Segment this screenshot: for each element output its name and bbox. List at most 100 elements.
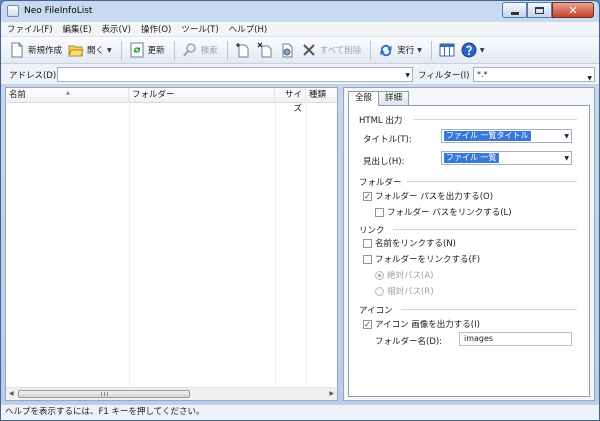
search-button[interactable]: 検索 (180, 39, 220, 61)
delete-icon (302, 44, 315, 56)
title-field-label: タイトル(T): (363, 135, 412, 145)
close-button[interactable]: ✕ (552, 2, 594, 18)
maximize-icon (535, 6, 544, 14)
heading-dropdown-icon[interactable]: ▼ (564, 155, 569, 162)
link-name-checkbox[interactable]: 名前をリンクする(N) (363, 237, 456, 249)
menu-operation[interactable]: 操作(O) (141, 23, 171, 35)
menu-view[interactable]: 表示(V) (102, 23, 131, 35)
tab-general-panel: HTML 出力 タイトル(T): ファイル 一覧タイトル ▼ 見出し(H): フ… (348, 105, 590, 397)
column-header-type[interactable]: 種類 (306, 88, 337, 103)
refresh-icon (130, 42, 144, 58)
maximize-button[interactable] (527, 2, 552, 18)
delete-all-button[interactable]: すべて削除 (299, 39, 364, 61)
checkbox-checked[interactable]: ✓ (363, 319, 372, 329)
scroll-left-icon[interactable]: ◀ (9, 390, 14, 397)
tab-general[interactable]: 全般 (348, 91, 380, 106)
radio-selected[interactable] (375, 270, 384, 280)
minimize-icon (510, 11, 519, 15)
file-properties-button[interactable] (277, 39, 297, 61)
minimize-button[interactable] (502, 2, 527, 18)
link-group-title: リンク (359, 226, 385, 236)
column-divider (275, 103, 276, 386)
folder-group-title: フォルダー (359, 178, 402, 188)
address-input[interactable]: ▼ (57, 67, 413, 82)
columns-icon (439, 43, 455, 57)
toolbar-separator (430, 40, 432, 60)
menu-tools[interactable]: ツール(T) (181, 23, 218, 35)
run-button-label: 実行 (397, 46, 415, 56)
open-button[interactable]: 開く ▼ (66, 39, 114, 61)
toolbar-separator (120, 40, 122, 60)
open-dropdown-icon[interactable]: ▼ (107, 47, 112, 54)
link-name-label: 名前をリンクする(N) (375, 239, 456, 249)
output-folder-path-checkbox[interactable]: ✓ フォルダー パスを出力する(O) (363, 190, 493, 202)
heading-field-label: 見出し(H): (363, 157, 405, 167)
window-controls: ✕ (502, 2, 594, 18)
heading-combo-value: ファイル 一覧 (444, 153, 499, 163)
file-list[interactable]: 名前 ▲ フォルダー サイズ 種類 ◀ ▶ (5, 87, 338, 401)
absolute-path-label: 絶対パス(A) (387, 271, 434, 281)
filter-label: フィルター(I) (418, 71, 470, 81)
title-combo[interactable]: ファイル 一覧タイトル ▼ (441, 129, 572, 143)
menu-edit[interactable]: 編集(E) (63, 23, 92, 35)
link-folder-path-label: フォルダー パスをリンクする(L) (387, 208, 512, 218)
settings-pane: 全般 詳細 HTML 出力 タイトル(T): ファイル 一覧タイトル ▼ 見出し… (343, 87, 595, 401)
checkbox-unchecked[interactable] (363, 238, 372, 248)
status-bar: ヘルプを表示するには、F1 キーを押してください。 (1, 404, 599, 420)
menu-help[interactable]: ヘルプ(H) (229, 23, 268, 35)
group-divider (407, 181, 577, 182)
absolute-path-radio[interactable]: 絶対パス(A) (375, 269, 433, 281)
toolbar: 新規作成 開く ▼ 更新 検索 すべて削除 実行 ▼ ▼ (1, 37, 599, 64)
run-icon (380, 44, 392, 57)
new-document-icon (11, 42, 23, 58)
address-bar: アドレス(D) ▼ フィルター(I) *.* ▼ (1, 64, 599, 85)
scroll-thumb[interactable] (18, 390, 190, 398)
horizontal-scrollbar[interactable]: ◀ ▶ (6, 387, 337, 400)
columns-button[interactable] (437, 39, 457, 61)
help-dropdown-icon[interactable]: ▼ (480, 47, 485, 54)
settings-tabs: 全般 詳細 (348, 91, 410, 106)
address-dropdown-icon[interactable]: ▼ (405, 72, 410, 79)
help-button[interactable]: ▼ (459, 39, 487, 61)
title-bar[interactable]: Neo FileInfoList ✕ (1, 1, 599, 22)
relative-path-radio[interactable]: 相対パス(R) (375, 285, 434, 297)
link-folder-label: フォルダーをリンクする(F) (375, 255, 481, 265)
group-divider (401, 309, 577, 310)
column-header-size[interactable]: サイズ (275, 88, 306, 114)
run-button[interactable]: 実行 ▼ (376, 39, 424, 61)
heading-combo[interactable]: ファイル 一覧 ▼ (441, 151, 572, 165)
scroll-right-icon[interactable]: ▶ (329, 390, 334, 397)
run-dropdown-icon[interactable]: ▼ (417, 47, 422, 54)
tab-details[interactable]: 詳細 (378, 91, 410, 105)
link-folder-path-checkbox[interactable]: フォルダー パスをリンクする(L) (375, 206, 512, 218)
filter-dropdown-icon[interactable]: ▼ (587, 72, 592, 85)
list-header: 名前 ▲ フォルダー サイズ 種類 (6, 88, 337, 114)
refresh-button[interactable]: 更新 (127, 39, 167, 61)
group-divider (413, 119, 577, 120)
output-icon-image-checkbox[interactable]: ✓ アイコン 画像を出力する(I) (363, 318, 480, 330)
new-button[interactable]: 新規作成 (7, 39, 64, 61)
title-dropdown-icon[interactable]: ▼ (564, 133, 569, 140)
link-folder-checkbox[interactable]: フォルダーをリンクする(F) (363, 253, 480, 265)
column-header-folder[interactable]: フォルダー (129, 88, 275, 103)
refresh-button-label: 更新 (147, 46, 165, 56)
checkbox-unchecked[interactable] (375, 207, 384, 217)
filter-value: *.* (477, 70, 488, 79)
remove-file-button[interactable] (255, 39, 275, 61)
checkbox-checked[interactable]: ✓ (363, 191, 372, 201)
add-files-button[interactable] (233, 39, 253, 61)
folder-name-input[interactable]: images (459, 332, 572, 346)
file-properties-icon (282, 43, 293, 58)
app-window: Neo FileInfoList ✕ ファイル(F) 編集(E) 表示(V) 操… (0, 0, 600, 421)
toolbar-separator (173, 40, 175, 60)
radio-unselected[interactable] (375, 286, 384, 296)
add-file-icon (235, 43, 249, 58)
filter-input[interactable]: *.* ▼ (473, 67, 595, 82)
close-icon: ✕ (568, 3, 578, 17)
open-button-label: 開く (87, 46, 105, 56)
checkbox-unchecked[interactable] (363, 254, 372, 264)
output-folder-path-label: フォルダー パスを出力する(O) (375, 192, 494, 202)
column-header-name[interactable]: 名前 ▲ (6, 88, 129, 103)
menu-file[interactable]: ファイル(F) (7, 23, 53, 35)
column-divider (129, 103, 130, 386)
